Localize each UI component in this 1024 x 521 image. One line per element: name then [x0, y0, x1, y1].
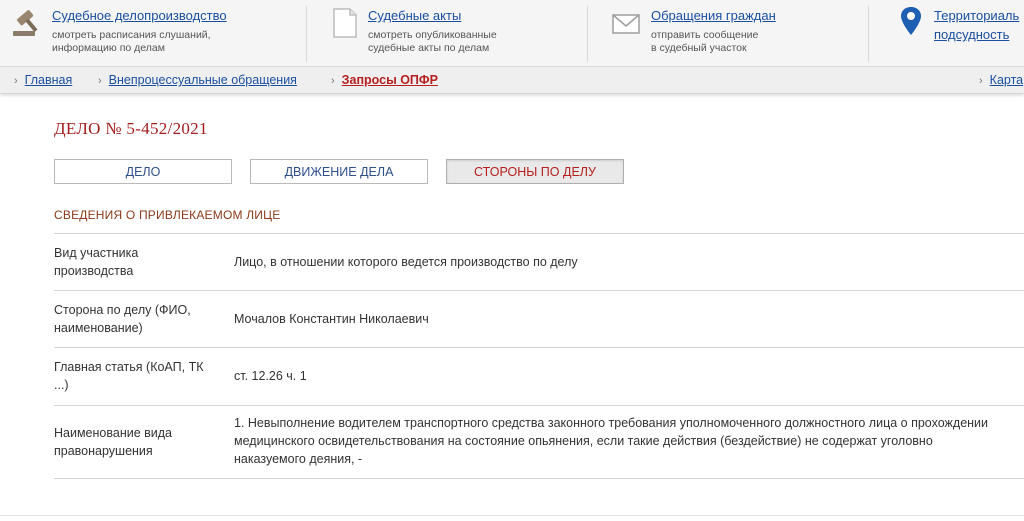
- chevron-right-icon: ›: [14, 75, 18, 87]
- divider: [306, 6, 307, 62]
- table-row: Наименование вида правонарушения 1. Невы…: [54, 405, 1024, 479]
- table-row: Главная статья (КоАП, ТК ...) ст. 12.26 …: [54, 347, 1024, 405]
- service-territorial-jurisdiction[interactable]: Территориаль подсудность: [872, 0, 1024, 66]
- divider: [587, 6, 588, 62]
- tab-case-movement[interactable]: ДВИЖЕНИЕ ДЕЛА: [250, 159, 428, 184]
- service-citizen-appeals[interactable]: Обращения граждан отправить сообщение в …: [592, 0, 862, 66]
- row-label: Сторона по делу (ФИО, наименование): [54, 303, 191, 335]
- chevron-right-icon: ›: [98, 75, 102, 87]
- tab-case-parties[interactable]: СТОРОНЫ ПО ДЕЛУ: [446, 159, 624, 184]
- service-title[interactable]: Судебное делопроизводство: [52, 8, 227, 23]
- row-value: Лицо, в отношении которого ведется произ…: [234, 255, 578, 269]
- service-court-proceedings[interactable]: Судебное делопроизводство смотреть распи…: [0, 0, 300, 66]
- section-title: СВЕДЕНИЯ О ПРИВЛЕКАЕМОМ ЛИЦЕ: [54, 208, 281, 222]
- breadcrumb-map-link[interactable]: › Карта: [979, 73, 1023, 87]
- service-description: смотреть расписания слушаний, информацию…: [52, 29, 211, 54]
- table-row: Вид участника производства Лицо, в отнош…: [54, 233, 1024, 290]
- chevron-right-icon: ›: [979, 75, 983, 87]
- row-value: ст. 12.26 ч. 1: [234, 369, 307, 383]
- breadcrumb-current[interactable]: › Запросы ОПФР: [331, 73, 438, 87]
- service-title-line2[interactable]: подсудность: [934, 27, 1009, 42]
- row-label: Наименование вида правонарушения: [54, 426, 172, 458]
- breadcrumb-home[interactable]: › Главная: [14, 73, 72, 87]
- map-pin-icon: [901, 7, 921, 35]
- envelope-icon: [612, 14, 640, 34]
- services-bar: Судебное делопроизводство смотреть распи…: [0, 0, 1024, 67]
- chevron-right-icon: ›: [331, 75, 335, 87]
- service-title[interactable]: Судебные акты: [368, 8, 461, 23]
- divider: [868, 6, 869, 62]
- page-title: ДЕЛО № 5-452/2021: [54, 119, 208, 138]
- service-description: смотреть опубликованные судебные акты по…: [368, 29, 497, 54]
- breadcrumb-section[interactable]: › Внепроцессуальные обращения: [98, 73, 297, 87]
- breadcrumb: › Главная › Внепроцессуальные обращения › З…: [0, 67, 1024, 94]
- tab-case[interactable]: ДЕЛО: [54, 159, 232, 184]
- service-description: отправить сообщение в судебный участок: [651, 29, 759, 54]
- service-title[interactable]: Обращения граждан: [651, 8, 776, 23]
- row-value: 1. Невыполнение водителем транспортного …: [234, 416, 989, 466]
- row-label: Вид участника производства: [54, 246, 139, 278]
- service-title-line1[interactable]: Территориаль: [934, 8, 1019, 23]
- row-label: Главная статья (КоАП, ТК ...): [54, 360, 204, 392]
- service-court-acts[interactable]: Судебные акты смотреть опубликованные су…: [310, 0, 590, 66]
- document-icon: [333, 8, 357, 38]
- gavel-icon: [13, 10, 38, 36]
- divider: [0, 515, 1024, 516]
- row-value: Мочалов Константин Николаевич: [234, 312, 429, 326]
- party-info-table: Вид участника производства Лицо, в отнош…: [54, 233, 1024, 479]
- table-row: Сторона по делу (ФИО, наименование) Моча…: [54, 290, 1024, 347]
